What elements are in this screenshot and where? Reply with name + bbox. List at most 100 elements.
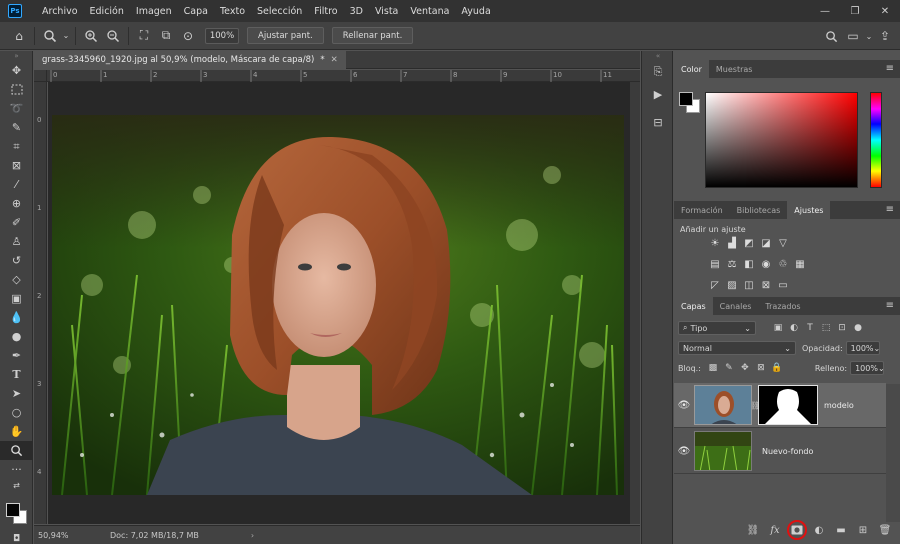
home-icon[interactable]: ⌂ (8, 26, 30, 46)
scrubby-zoom-icon[interactable]: ⊙ (177, 26, 199, 46)
share-icon[interactable]: ⇪ (874, 26, 896, 46)
menu-ayuda[interactable]: Ayuda (455, 6, 496, 17)
link-layers-icon[interactable]: ⛓ (744, 522, 762, 538)
workspace-icon[interactable]: ▭ (842, 26, 864, 46)
tools-collapse-icon[interactable]: » (0, 51, 33, 61)
color-panel-swatches[interactable] (679, 92, 701, 114)
hand-tool-icon[interactable]: ✋ (0, 422, 33, 441)
actions-play-icon[interactable]: ▶ (642, 83, 674, 105)
minimize-icon[interactable]: — (810, 0, 840, 22)
layer-thumbnail[interactable] (694, 431, 752, 471)
filter-toggle-icon[interactable]: ● (850, 321, 866, 335)
color-picker-field[interactable] (705, 92, 858, 188)
healing-brush-tool-icon[interactable]: ⊕ (0, 194, 33, 213)
edit-toolbar-icon[interactable]: ··· (0, 460, 33, 479)
lock-position-icon[interactable]: ✥ (737, 361, 753, 375)
new-group-icon[interactable]: ▬ (832, 522, 850, 538)
eraser-tool-icon[interactable]: ◇ (0, 270, 33, 289)
posterize-icon[interactable]: ▨ (725, 279, 739, 292)
strip-collapse-icon[interactable]: « (642, 51, 674, 61)
resize-windows-icon[interactable]: ⛶ (133, 26, 155, 46)
history-panel-icon[interactable]: ⎘ (642, 61, 674, 83)
canvas-area[interactable] (48, 82, 630, 524)
menu-seleccion[interactable]: Selección (251, 6, 308, 17)
gradient-tool-icon[interactable]: ▣ (0, 289, 33, 308)
add-layer-mask-icon[interactable] (787, 520, 807, 540)
hue-saturation-icon[interactable]: ▤ (708, 258, 722, 271)
zoom-tool-preset-icon[interactable] (39, 26, 61, 46)
black-white-icon[interactable]: ◧ (742, 258, 756, 271)
lasso-tool-icon[interactable]: ➰ (0, 99, 33, 118)
pen-tool-icon[interactable]: ✒ (0, 346, 33, 365)
threshold-icon[interactable]: ◫ (742, 279, 756, 292)
menu-imagen[interactable]: Imagen (130, 6, 178, 17)
crop-tool-icon[interactable]: ⌗ (0, 137, 33, 156)
layers-scrollbar[interactable] (886, 384, 900, 522)
frame-tool-icon[interactable]: ⊠ (0, 156, 33, 175)
clone-stamp-tool-icon[interactable]: ♙ (0, 232, 33, 251)
invert-icon[interactable]: ◸ (708, 279, 722, 292)
zoom-in-icon[interactable] (80, 26, 102, 46)
zoom-tool-icon[interactable] (0, 441, 33, 460)
chevron-down-icon[interactable]: ⌄ (864, 26, 874, 46)
foreground-color-swatch[interactable] (679, 92, 693, 106)
quick-mask-icon[interactable]: ◘ (0, 529, 33, 544)
close-icon[interactable]: ✕ (870, 0, 900, 22)
search-icon[interactable] (820, 26, 842, 46)
lock-pixels-icon[interactable]: ✎ (721, 361, 737, 375)
fx-icon[interactable]: fx (766, 522, 784, 538)
type-tool-icon[interactable]: T (0, 365, 33, 384)
ruler-top[interactable]: 0 1 2 3 4 5 6 7 8 9 10 11 (47, 70, 640, 82)
tab-capas[interactable]: Capas (674, 297, 713, 315)
layer-name[interactable]: Nuevo-fondo (762, 447, 813, 456)
move-tool-icon[interactable]: ✥ (0, 61, 33, 80)
color-lookup-icon[interactable]: ▦ (793, 258, 807, 271)
history-brush-tool-icon[interactable]: ↺ (0, 251, 33, 270)
filter-type-icon[interactable]: T (802, 321, 818, 335)
levels-icon[interactable]: ▟ (725, 237, 739, 250)
tab-canales[interactable]: Canales (713, 297, 759, 315)
quick-select-tool-icon[interactable]: ✎ (0, 118, 33, 137)
channel-mixer-icon[interactable]: ♲ (776, 258, 790, 271)
visibility-eye-icon[interactable]: 👁 (674, 446, 694, 457)
document-tab[interactable]: grass-3345960_1920.jpg al 50,9% (modelo,… (34, 51, 346, 69)
menu-ventana[interactable]: Ventana (404, 6, 455, 17)
gradient-map-icon[interactable]: ▭ (776, 279, 790, 292)
filter-adjustment-icon[interactable]: ◐ (786, 321, 802, 335)
blur-tool-icon[interactable]: 💧 (0, 308, 33, 327)
visibility-eye-icon[interactable]: 👁 (674, 400, 694, 411)
lock-artboard-icon[interactable]: ⊠ (753, 361, 769, 375)
ruler-left[interactable]: 0 1 2 3 4 (34, 82, 47, 524)
curves-icon[interactable]: ◩ (742, 237, 756, 250)
lock-transparency-icon[interactable]: ▩ (705, 361, 721, 375)
marquee-tool-icon[interactable] (0, 80, 33, 99)
layer-row-modelo[interactable]: 👁 ⛓ modelo (674, 383, 886, 428)
fill-field[interactable]: 100% ⌄ (850, 361, 885, 375)
ellipse-tool-icon[interactable]: ○ (0, 403, 33, 422)
menu-3d[interactable]: 3D (344, 6, 369, 17)
layer-filter-select[interactable]: ⌕ Tipo ⌄ (678, 321, 756, 335)
tab-ajustes[interactable]: Ajustes (787, 201, 831, 219)
brush-tool-icon[interactable]: ✐ (0, 213, 33, 232)
fill-screen-button[interactable]: Rellenar pant. (331, 27, 414, 44)
menu-texto[interactable]: Texto (214, 6, 251, 17)
document-image[interactable] (52, 115, 624, 495)
fit-screen-button[interactable]: Ajustar pant. (247, 27, 324, 44)
panel-menu-icon[interactable]: ≡ (886, 63, 894, 74)
new-layer-icon[interactable]: ⊞ (854, 522, 872, 538)
swap-colors-icon[interactable]: ⇄ (0, 479, 33, 491)
menu-archivo[interactable]: Archivo (36, 6, 84, 17)
dodge-tool-icon[interactable]: ● (0, 327, 33, 346)
status-zoom[interactable]: 50,94% (34, 531, 92, 540)
chevron-right-icon[interactable]: › (251, 531, 254, 540)
eyedropper-tool-icon[interactable]: ⁄ (0, 175, 33, 194)
tab-bibliotecas[interactable]: Bibliotecas (730, 201, 788, 219)
filter-shape-icon[interactable]: ⬚ (818, 321, 834, 335)
menu-filtro[interactable]: Filtro (308, 6, 343, 17)
zoom-percent-field[interactable]: 100% (205, 27, 239, 44)
hue-slider[interactable] (870, 92, 882, 188)
maximize-icon[interactable]: ❐ (840, 0, 870, 22)
tab-color[interactable]: Color (674, 60, 709, 78)
selective-color-icon[interactable]: ⊠ (759, 279, 773, 292)
vibrance-icon[interactable]: ▽ (776, 237, 790, 250)
